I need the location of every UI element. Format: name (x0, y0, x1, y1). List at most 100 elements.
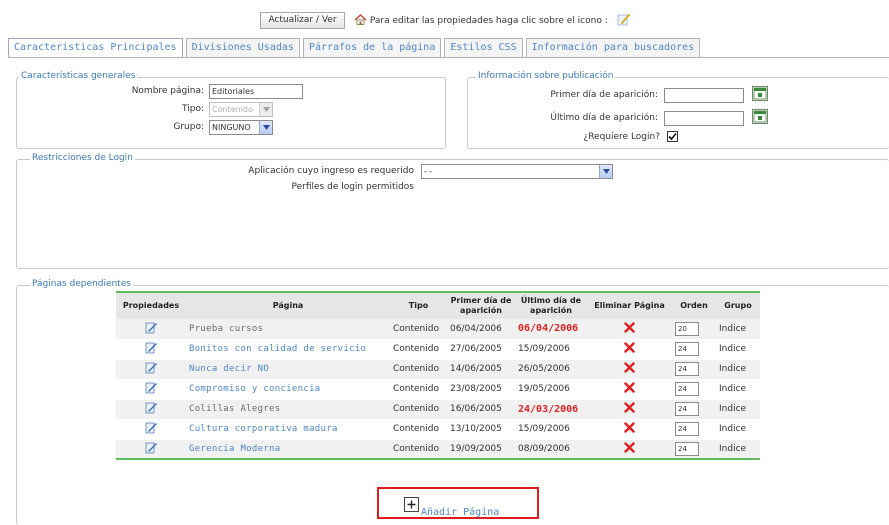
table-row: Compromiso y conciencia Contenido 23/08/20… (116, 379, 760, 400)
delete-cell (587, 439, 672, 460)
login-required-checkbox[interactable] (667, 131, 678, 142)
page-link[interactable]: Compromiso y conciencia (189, 384, 321, 394)
tab-css-styles[interactable]: Estilos CSS (444, 38, 523, 57)
page-cell: Colillas Alegres (186, 399, 390, 420)
order-field[interactable]: 20 (675, 321, 699, 336)
page-cell: Nunca decir NO (186, 359, 390, 380)
delete-cell (587, 339, 672, 360)
login-profiles-label: Perfiles de login permitidos (291, 182, 415, 192)
group-cell: Indice (716, 439, 760, 460)
first-day-cell: 06/04/2006 (447, 319, 515, 340)
delete-icon[interactable] (624, 442, 635, 453)
edit-properties-icon[interactable] (145, 361, 158, 374)
properties-cell (116, 319, 186, 340)
tab-divisions[interactable]: Divisiones Usadas (185, 38, 300, 57)
delete-cell (587, 359, 672, 380)
order-cell: 24 (672, 339, 716, 360)
tab-main-features[interactable]: Caracteristicas Principales (8, 38, 183, 58)
order-cell: 24 (672, 439, 716, 460)
col-order: Orden (672, 292, 716, 319)
last-day-label: Último día de aparición: (550, 113, 658, 123)
refresh-view-button[interactable]: Actualizar / Ver (260, 12, 345, 29)
order-cell: 24 (672, 359, 716, 380)
order-cell: 20 (672, 319, 716, 340)
tab-bar: Caracteristicas Principales Divisiones Us… (8, 38, 703, 58)
app-required-select[interactable]: - - (421, 164, 613, 179)
table-row: Bonitos con calidad de servicio Contenido… (116, 339, 760, 360)
first-day-cell: 27/06/2005 (447, 339, 515, 360)
page-cell: Prueba cursos (186, 319, 390, 340)
table-row: Gerencia Moderna Contenido 19/09/2005 08/09… (116, 439, 760, 460)
first-day-label: Primer día de aparición: (550, 90, 658, 100)
properties-cell (116, 339, 186, 360)
tab-search-info[interactable]: Información para buscadores (525, 38, 701, 57)
page-link[interactable]: Bonitos con calidad de servicio (189, 344, 366, 354)
order-field[interactable]: 24 (675, 342, 699, 356)
delete-icon[interactable] (624, 342, 635, 353)
page-cell: Compromiso y conciencia (186, 379, 390, 400)
dependent-pages-table: Propiedades Página Tipo Primer día de ap… (116, 291, 760, 460)
properties-cell (116, 419, 186, 440)
calendar-icon[interactable] (752, 86, 768, 101)
last-day-value: 08/09/2006 (518, 443, 570, 454)
edit-properties-icon[interactable] (145, 321, 158, 334)
delete-icon[interactable] (624, 362, 635, 373)
group-cell: Indice (716, 379, 760, 400)
edit-properties-icon[interactable] (145, 381, 158, 394)
chevron-down-icon (259, 103, 272, 116)
col-type: Tipo (390, 292, 447, 319)
group-label: Grupo: (173, 122, 204, 132)
calendar-icon[interactable] (752, 109, 768, 124)
last-day-cell: 24/03/2006 (515, 399, 587, 420)
last-day-field[interactable] (664, 111, 744, 126)
login-restrictions-legend: Restricciones de Login (30, 153, 135, 164)
add-icon[interactable] (404, 497, 419, 512)
last-day-value: 15/09/2006 (518, 424, 570, 434)
add-page-link[interactable]: Añadir Página (421, 507, 499, 518)
group-select[interactable]: NINGUNO (209, 120, 273, 135)
page-name-field[interactable]: Editoriales (209, 84, 303, 99)
edit-properties-icon[interactable] (145, 401, 158, 414)
edit-properties-icon[interactable] (145, 341, 158, 354)
type-select-value: Contenido (212, 105, 253, 114)
table-row: Colillas Alegres Contenido 16/06/2005 24/03… (116, 399, 760, 420)
last-day-cell: 15/09/2006 (515, 419, 587, 440)
page-cell: Gerencia Moderna (186, 439, 390, 460)
type-select[interactable]: Contenido (209, 102, 273, 117)
page-link[interactable]: Cultura corporativa madura (189, 424, 338, 434)
edit-properties-icon[interactable] (145, 421, 158, 434)
page-link[interactable]: Prueba cursos (189, 324, 263, 334)
col-delete: Eliminar Página (587, 292, 672, 319)
order-field[interactable]: 24 (675, 382, 699, 396)
order-cell: 24 (672, 419, 716, 440)
type-cell: Contenido (390, 379, 447, 400)
type-label: Tipo: (182, 104, 204, 114)
app-required-value: - - (424, 167, 433, 176)
delete-icon[interactable] (624, 422, 635, 433)
page-link[interactable]: Nunca decir NO (189, 364, 269, 374)
delete-icon[interactable] (624, 382, 635, 393)
edit-hint: Para editar las propiedades haga clic so… (354, 9, 631, 29)
page-link[interactable]: Gerencia Moderna (189, 444, 281, 454)
delete-icon[interactable] (624, 402, 635, 413)
hint-text: Para editar las propiedades haga clic so… (369, 16, 608, 26)
publication-legend: Información sobre publicación (476, 71, 616, 82)
order-cell: 24 (672, 399, 716, 420)
delete-icon[interactable] (624, 322, 635, 333)
type-cell: Contenido (390, 359, 447, 380)
group-select-value: NINGUNO (212, 123, 251, 132)
page-link[interactable]: Colillas Alegres (189, 404, 281, 414)
type-cell: Contenido (390, 399, 447, 420)
table-row: Cultura corporativa madura Contenido 13/10… (116, 419, 760, 440)
col-group: Grupo (716, 292, 760, 319)
last-day-value: 06/04/2006 (518, 323, 579, 335)
last-day-cell: 08/09/2006 (515, 439, 587, 460)
order-field[interactable]: 24 (675, 362, 699, 376)
order-field[interactable]: 24 (675, 402, 699, 416)
edit-properties-icon[interactable] (145, 441, 158, 454)
tab-paragraphs[interactable]: Párrafos de la página (302, 38, 442, 57)
dependent-pages-legend: Páginas dependientes (30, 279, 133, 290)
first-day-field[interactable] (664, 88, 744, 103)
order-field[interactable]: 24 (675, 441, 699, 456)
order-field[interactable]: 24 (675, 422, 699, 436)
